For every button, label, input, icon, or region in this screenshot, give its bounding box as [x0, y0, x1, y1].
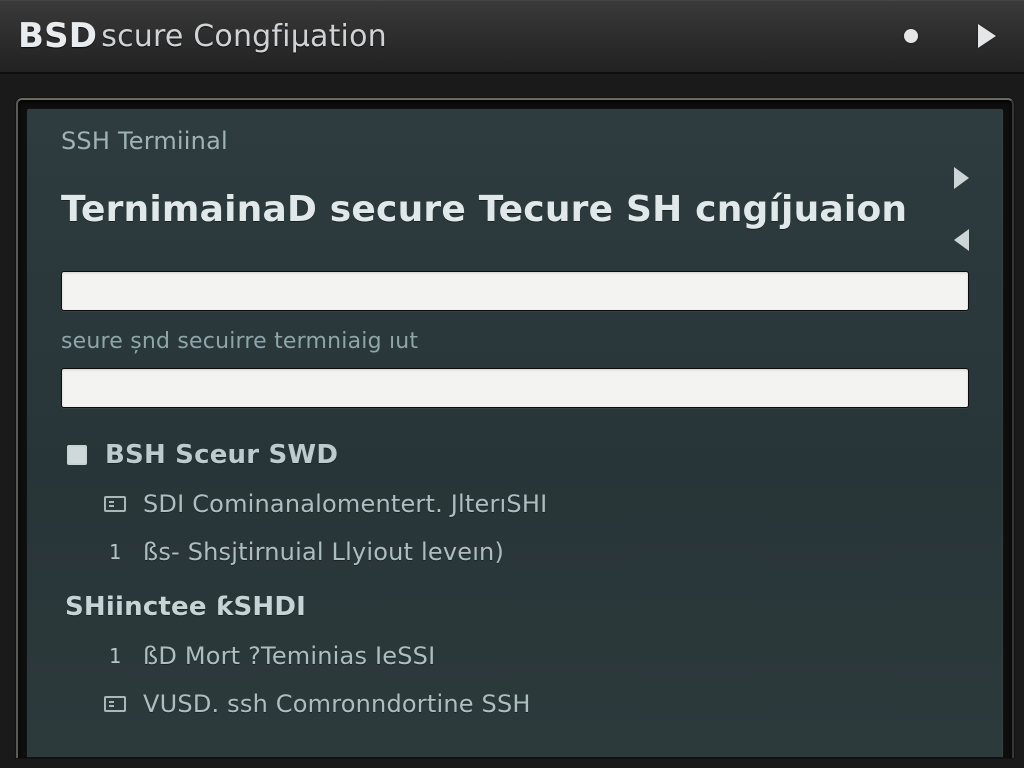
window-title-secondary: scure Congfiµation	[101, 19, 387, 54]
option-sub-1[interactable]: SDI Cominanalomentert. JlterıSHI	[99, 480, 969, 528]
window-titlebar: BSD scure Congfiµation	[0, 0, 1024, 74]
checkbox-icon[interactable]	[65, 443, 89, 467]
frame-shine	[1001, 109, 1004, 757]
config-input-1[interactable]	[61, 271, 969, 311]
panel-frame: SSH Termiinal TernimainaD secure Tecure …	[16, 98, 1014, 758]
command-icon	[103, 692, 127, 716]
number-1-icon: 1	[103, 540, 127, 564]
option-sub-2[interactable]: 1 ßs- Shsjtirnuial Llyiout leveın)	[99, 528, 969, 576]
config-panel: SSH Termiinal TernimainaD secure Tecure …	[26, 108, 1004, 758]
option-section-2-label: SHiinctee ƙSHDI	[65, 592, 306, 622]
window-title-primary: BSD	[18, 16, 97, 56]
panel-heading: TernimainaD secure Tecure SH cngíjuaion	[61, 189, 936, 230]
status-dot-icon[interactable]	[904, 29, 918, 43]
command-icon	[103, 492, 127, 516]
option-main[interactable]: BSH Sceur SWD	[61, 430, 969, 480]
option-sub-3[interactable]: 1 ßD Mort ?Teminias IeSSI	[99, 632, 969, 680]
option-sub-4[interactable]: VUSD. ssh Comronndortine SSH	[99, 680, 969, 728]
option-sub-2-label: ßs- Shsjtirnuial Llyiout leveın)	[143, 538, 504, 566]
option-section-2: SHiinctee ƙSHDI	[61, 582, 969, 632]
option-sub-1-label: SDI Cominanalomentert. JlterıSHI	[143, 490, 547, 518]
panel-eyebrow: SSH Termiinal	[61, 127, 969, 155]
options-list: BSH Sceur SWD SDI Cominanalomentert. Jlt…	[61, 430, 969, 728]
config-input-2[interactable]	[61, 368, 969, 408]
option-sub-3-label: ßD Mort ?Teminias IeSSI	[143, 642, 435, 670]
option-sub-4-label: VUSD. ssh Comronndortine SSH	[143, 690, 531, 718]
number-1-icon: 1	[103, 644, 127, 668]
option-main-label: BSH Sceur SWD	[105, 440, 338, 470]
config-label-1: seure șnd secuirre termniaig ıut	[61, 329, 969, 354]
caret-left-icon[interactable]	[954, 229, 969, 251]
panel-heading-row: TernimainaD secure Tecure SH cngíjuaion	[61, 167, 969, 251]
caret-right-icon[interactable]	[954, 167, 969, 189]
play-icon[interactable]	[978, 24, 996, 48]
